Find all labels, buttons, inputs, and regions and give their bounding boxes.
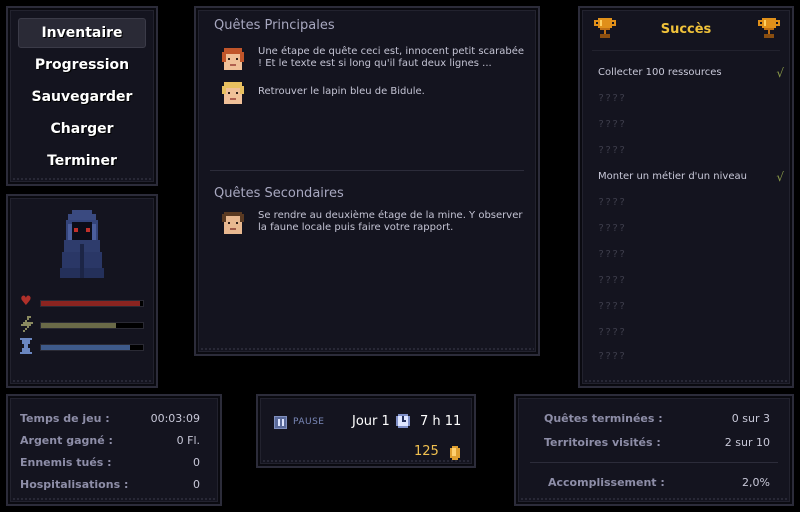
stat-label-enemies: Ennemis tués :: [20, 456, 112, 469]
achievement-item-locked: ????: [598, 197, 627, 208]
achievement-item-locked: ????: [598, 249, 627, 260]
money-amount: 125: [414, 444, 439, 459]
quests-divider: [210, 170, 524, 171]
stat-label-quests: Quêtes terminées :: [544, 412, 663, 425]
time-bar-fill: [41, 345, 130, 350]
blond-face-icon: [222, 82, 244, 104]
pause-label: PAUSE: [293, 417, 325, 427]
stat-value-playtime: 00:03:09: [150, 412, 200, 425]
game-stats-panel: Temps de jeu : 00:03:09 Argent gagné : 0…: [6, 394, 222, 506]
stat-label-territories: Territoires visités :: [544, 436, 661, 449]
main-quests-heading: Quêtes Principales: [214, 18, 335, 33]
clock-time: 7 h 11: [420, 414, 462, 429]
achievements-separator: [592, 50, 780, 51]
trophy-icon: [758, 18, 780, 38]
day-label: Jour 1: [352, 414, 390, 429]
achievement-item-locked: ????: [598, 223, 627, 234]
main-menu-panel: Inventaire Progression Sauvegarder Charg…: [6, 6, 158, 186]
menu-button-progression[interactable]: Progression: [18, 50, 146, 80]
achievement-text: Collecter 100 ressources: [598, 67, 722, 78]
stat-label-hospital: Hospitalisations :: [20, 478, 129, 491]
stat-value-quests: 0 sur 3: [731, 412, 770, 425]
menu-button-terminer[interactable]: Terminer: [18, 146, 146, 176]
side-quests-heading: Quêtes Secondaires: [214, 186, 344, 201]
achievement-item-locked: ????: [598, 275, 627, 286]
menu-button-sauvegarder[interactable]: Sauvegarder: [18, 82, 146, 112]
progress-stats-panel: Quêtes terminées : 0 sur 3 Territoires v…: [514, 394, 794, 506]
achievement-item-locked: ????: [598, 351, 627, 362]
red-hair-face-icon: [222, 48, 244, 70]
stat-value-territories: 2 sur 10: [724, 436, 770, 449]
energy-bar: [18, 316, 150, 332]
time-panel: PAUSE Jour 1 7 h 11 125: [256, 394, 476, 468]
achievement-item-locked: ????: [598, 145, 627, 156]
coin-icon: [450, 446, 460, 460]
stat-value-completion: 2,0%: [742, 476, 770, 489]
achievements-panel: Succès Collecter 100 ressources √ ???? ?…: [578, 6, 794, 388]
stat-label-completion: Accomplissement :: [548, 476, 665, 489]
quest-text: Retrouver le lapin bleu de Bidule.: [258, 86, 425, 97]
hooded-character-sprite: [60, 210, 104, 278]
achievement-item-locked: ????: [598, 119, 627, 130]
checkmark-icon: √: [776, 170, 784, 184]
stat-value-hospital: 0: [193, 478, 200, 491]
achievement-item-locked: ????: [598, 93, 627, 104]
stat-value-enemies: 0: [193, 456, 200, 469]
menu-button-inventaire[interactable]: Inventaire: [18, 18, 146, 48]
achievement-text: Monter un métier d'un niveau: [598, 171, 747, 182]
brown-hair-face-icon: [222, 212, 244, 234]
stats-separator: [530, 462, 778, 463]
quest-text: Une étape de quête ceci est, innocent pe…: [258, 46, 525, 69]
pause-icon: [274, 416, 287, 429]
health-bar: ♥: [18, 294, 150, 310]
stat-value-money: 0 Fl.: [176, 434, 200, 447]
hourglass-icon: [18, 338, 34, 354]
energy-bar-fill: [41, 323, 117, 328]
checkmark-icon: √: [776, 66, 784, 80]
quests-panel: Quêtes Principales Une étape de quête ce…: [194, 6, 540, 356]
heart-icon: ♥: [20, 294, 32, 309]
health-bar-fill: [41, 301, 140, 306]
achievement-item: Collecter 100 ressources √: [598, 66, 784, 80]
stat-label-playtime: Temps de jeu :: [20, 412, 110, 425]
achievement-item-locked: ????: [598, 301, 627, 312]
character-panel: ♥: [6, 194, 158, 388]
clock-icon: [396, 414, 410, 428]
quest-text: Se rendre au deuxième étage de la mine. …: [258, 210, 523, 233]
stat-label-money: Argent gagné :: [20, 434, 113, 447]
achievement-item-locked: ????: [598, 327, 627, 338]
lightning-icon: [18, 316, 34, 332]
time-bar: [18, 338, 150, 354]
menu-button-charger[interactable]: Charger: [18, 114, 146, 144]
achievement-item: Monter un métier d'un niveau √: [598, 170, 784, 184]
